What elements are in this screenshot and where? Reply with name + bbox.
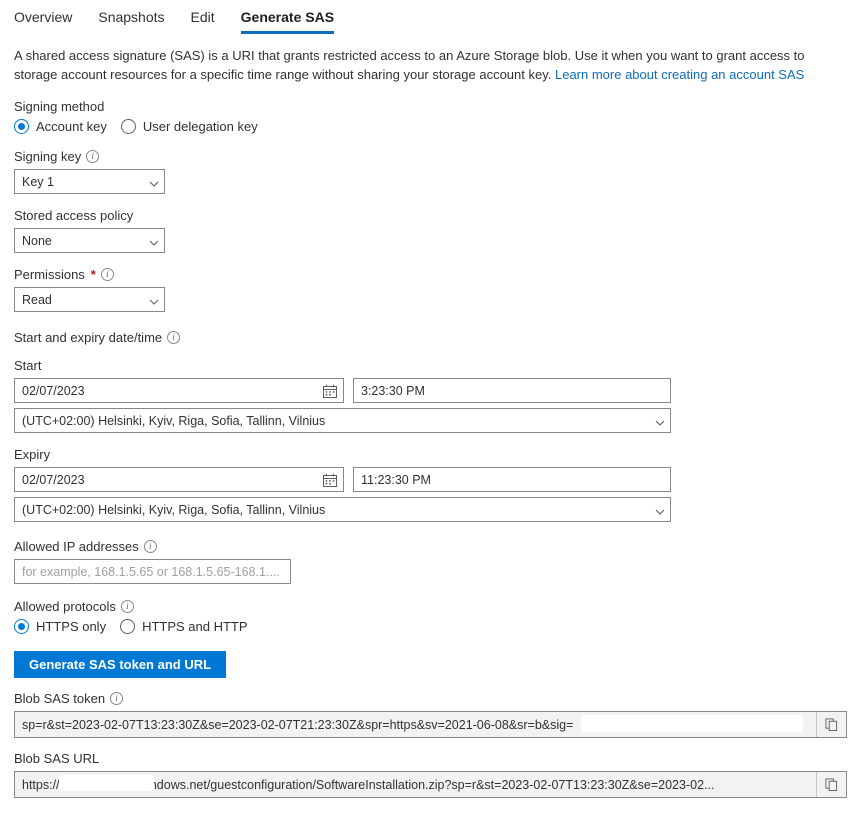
start-label: Start <box>14 358 42 373</box>
chevron-down-icon <box>149 238 159 246</box>
radio-user-delegation-key[interactable]: User delegation key <box>120 119 258 134</box>
expiry-date-value: 02/07/2023 <box>22 472 85 487</box>
signing-method-radio-group: Account key User delegation key <box>14 119 847 134</box>
info-icon[interactable]: i <box>143 540 157 553</box>
stored-access-policy-select[interactable]: None <box>14 228 165 253</box>
permissions-label: Permissions <box>14 267 85 282</box>
allowed-protocols-radio-group: HTTPS only HTTPS and HTTP <box>14 619 847 634</box>
radio-https-and-http-label: HTTPS and HTTP <box>142 619 248 634</box>
allowed-protocols-label-row: Allowed protocols i <box>14 598 847 615</box>
required-marker: * <box>90 267 96 282</box>
start-date-input[interactable]: 02/07/2023 <box>14 378 344 403</box>
expiry-label: Expiry <box>14 447 51 462</box>
redaction-overlay <box>581 715 803 732</box>
datetime-section-label: Start and expiry date/time <box>14 330 163 345</box>
signing-key-label: Signing key <box>14 149 82 164</box>
start-timezone-select[interactable]: (UTC+02:00) Helsinki, Kyiv, Riga, Sofia,… <box>14 408 671 433</box>
signing-key-select[interactable]: Key 1 <box>14 169 165 194</box>
page-description: A shared access signature (SAS) is a URI… <box>0 34 830 84</box>
chevron-down-icon <box>149 179 159 187</box>
start-time-input[interactable]: 3:23:30 PM <box>353 378 671 403</box>
start-datetime-row: 02/07/2023 3:23:30 PM <box>14 378 847 403</box>
info-icon[interactable]: i <box>86 150 100 163</box>
chevron-down-icon <box>655 507 665 515</box>
field-blob-sas-token: Blob SAS token i sp=r&st=2023-02-07T13:2… <box>14 690 847 738</box>
blob-sas-token-label-row: Blob SAS token i <box>14 690 847 707</box>
tab-overview[interactable]: Overview <box>14 9 72 34</box>
blob-sas-token-output[interactable]: sp=r&st=2023-02-07T13:23:30Z&se=2023-02-… <box>14 711 847 738</box>
tab-bar: Overview Snapshots Edit Generate SAS <box>0 0 861 34</box>
field-allowed-protocols: Allowed protocols i HTTPS only HTTPS and… <box>14 598 847 634</box>
stored-access-policy-label: Stored access policy <box>14 208 134 223</box>
radio-https-only-label: HTTPS only <box>36 619 107 634</box>
allowed-protocols-label: Allowed protocols <box>14 599 116 614</box>
tab-snapshots[interactable]: Snapshots <box>98 9 164 34</box>
radio-https-only[interactable]: HTTPS only <box>14 619 106 634</box>
radio-account-key[interactable]: Account key <box>14 119 107 134</box>
expiry-date-input[interactable]: 02/07/2023 <box>14 467 344 492</box>
allowed-ip-label: Allowed IP addresses <box>14 539 139 554</box>
expiry-time-input[interactable]: 11:23:30 PM <box>353 467 671 492</box>
signing-key-value: Key 1 <box>22 174 54 189</box>
signing-key-label-row: Signing key i <box>14 148 847 165</box>
blob-sas-url-label: Blob SAS URL <box>14 751 100 766</box>
calendar-icon[interactable] <box>323 384 337 398</box>
blob-sas-token-value: sp=r&st=2023-02-07T13:23:30Z&se=2023-02-… <box>22 717 574 732</box>
allowed-ip-label-row: Allowed IP addresses i <box>14 538 847 555</box>
start-timezone-value: (UTC+02:00) Helsinki, Kyiv, Riga, Sofia,… <box>22 413 326 428</box>
datetime-section-label-row: Start and expiry date/time i <box>14 329 847 346</box>
permissions-value: Read <box>22 292 52 307</box>
permissions-select[interactable]: Read <box>14 287 165 312</box>
field-start-expiry-datetime: Start and expiry date/time i Start 02/07… <box>14 329 847 522</box>
signing-method-label-row: Signing method <box>14 98 847 115</box>
chevron-down-icon <box>149 297 159 305</box>
field-allowed-ip: Allowed IP addresses i for example, 168.… <box>14 538 847 584</box>
stored-access-policy-label-row: Stored access policy <box>14 207 847 224</box>
chevron-down-icon <box>655 418 665 426</box>
signing-method-label: Signing method <box>14 99 105 114</box>
radio-https-and-http[interactable]: HTTPS and HTTP <box>120 619 248 634</box>
blob-sas-url-value: https://aza blob.core.windows.net/guestc… <box>22 777 715 792</box>
tab-edit[interactable]: Edit <box>191 9 215 34</box>
blob-sas-url-label-row: Blob SAS URL <box>14 750 847 767</box>
blob-sas-url-output[interactable]: https://aza blob.core.windows.net/guestc… <box>14 771 847 798</box>
info-icon[interactable]: i <box>167 331 181 344</box>
radio-user-delegation-key-indicator[interactable] <box>120 119 136 134</box>
expiry-datetime-row: 02/07/2023 11:23:30 PM <box>14 467 847 492</box>
tab-generate-sas[interactable]: Generate SAS <box>240 9 335 34</box>
start-date-value: 02/07/2023 <box>22 383 85 398</box>
allowed-ip-input[interactable]: for example, 168.1.5.65 or 168.1.5.65-16… <box>14 559 291 584</box>
radio-account-key-label: Account key <box>36 119 107 134</box>
expiry-time-value: 11:23:30 PM <box>361 472 431 487</box>
field-signing-key: Signing key i Key 1 <box>14 148 847 194</box>
stored-access-policy-value: None <box>22 233 52 248</box>
radio-user-delegation-key-label: User delegation key <box>142 119 258 134</box>
generate-sas-form: Signing method Account key User delegati… <box>0 84 861 798</box>
radio-https-and-http-indicator[interactable] <box>120 619 136 634</box>
radio-https-only-indicator[interactable] <box>14 619 29 634</box>
info-icon[interactable]: i <box>120 600 134 613</box>
expiry-timezone-value: (UTC+02:00) Helsinki, Kyiv, Riga, Sofia,… <box>22 502 326 517</box>
generate-sas-button[interactable]: Generate SAS token and URL <box>14 651 227 678</box>
blob-sas-token-label: Blob SAS token <box>14 691 106 706</box>
learn-more-link[interactable]: Learn more about creating an account SAS <box>555 67 804 82</box>
field-stored-access-policy: Stored access policy None <box>14 207 847 253</box>
permissions-label-row: Permissions * i <box>14 266 847 283</box>
info-icon[interactable]: i <box>110 692 124 705</box>
copy-sas-token-button[interactable] <box>816 712 846 737</box>
start-time-value: 3:23:30 PM <box>361 383 425 398</box>
info-icon[interactable]: i <box>100 268 114 281</box>
calendar-icon[interactable] <box>323 473 337 487</box>
copy-sas-url-button[interactable] <box>816 772 846 797</box>
allowed-ip-placeholder: for example, 168.1.5.65 or 168.1.5.65-16… <box>22 564 280 579</box>
expiry-timezone-select[interactable]: (UTC+02:00) Helsinki, Kyiv, Riga, Sofia,… <box>14 497 671 522</box>
field-blob-sas-url: Blob SAS URL https://aza blob.core.windo… <box>14 750 847 798</box>
field-permissions: Permissions * i Read <box>14 266 847 312</box>
field-signing-method: Signing method Account key User delegati… <box>14 98 847 134</box>
radio-account-key-indicator[interactable] <box>14 119 29 134</box>
